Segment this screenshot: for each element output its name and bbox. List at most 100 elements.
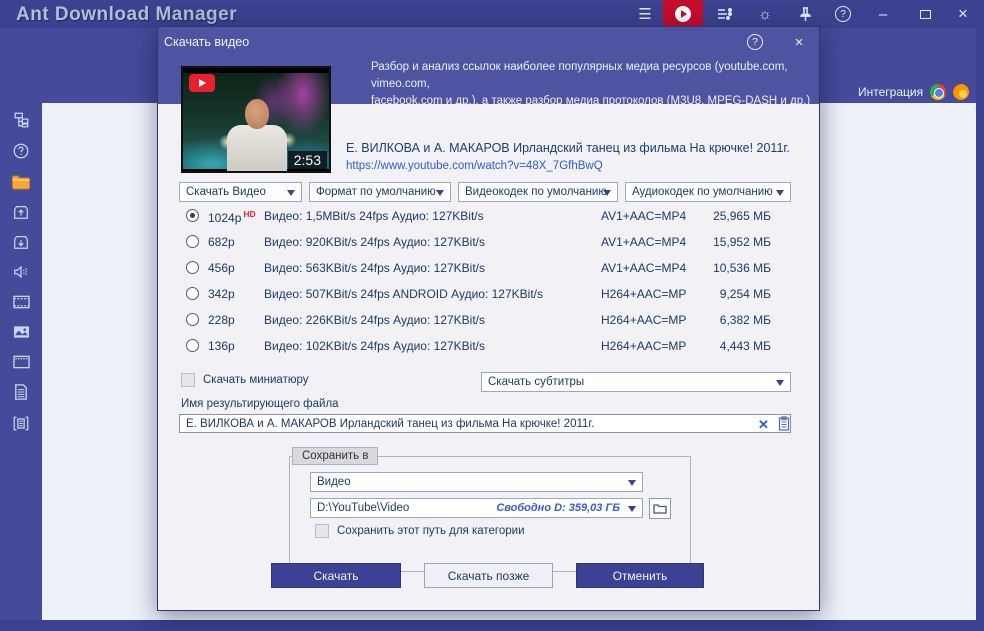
radio-selected[interactable] bbox=[186, 209, 199, 222]
keep-path-label: Сохранить этот путь для категории bbox=[337, 525, 525, 537]
record-play-icon[interactable] bbox=[663, 0, 703, 28]
integration-block: Интеграция bbox=[858, 84, 969, 100]
radio[interactable] bbox=[186, 287, 199, 300]
sidebar-item-categories[interactable] bbox=[0, 107, 42, 133]
free-space-label: Свободно D: 359,03 ГБ bbox=[496, 502, 620, 514]
description-line-1: Разбор и анализ ссылок наиболее популярн… bbox=[371, 59, 816, 93]
chevron-down-icon bbox=[436, 190, 444, 196]
video-thumbnail: 2:53 bbox=[181, 66, 331, 173]
filename-label: Имя результирующего файла bbox=[181, 398, 339, 410]
resolution-label: 228p bbox=[208, 313, 235, 327]
sidebar-item-folder[interactable] bbox=[0, 169, 42, 195]
folder-open-icon bbox=[653, 503, 667, 514]
format-row[interactable]: 342p Видео: 507KBit/s 24fps ANDROID Ауди… bbox=[179, 281, 791, 307]
sidebar-item-image[interactable] bbox=[0, 319, 42, 345]
integration-label: Интеграция bbox=[858, 85, 923, 99]
thumbnail-checkbox[interactable] bbox=[181, 373, 195, 387]
pin-icon[interactable] bbox=[787, 0, 823, 28]
speaker-icon bbox=[12, 263, 30, 281]
window-right-border bbox=[976, 0, 984, 631]
sidebar-item-audio[interactable] bbox=[0, 259, 42, 285]
sidebar-item-document[interactable] bbox=[0, 379, 42, 405]
size-label: 10,536 МБ bbox=[713, 261, 771, 275]
category-tree-icon bbox=[12, 111, 30, 129]
save-path-combo[interactable]: D:\YouTube\Video Свободно D: 359,03 ГБ bbox=[310, 498, 643, 518]
sidebar-item-import[interactable] bbox=[0, 229, 42, 255]
format-row[interactable]: 682p Видео: 920KBit/s 24fps Аудио: 127KB… bbox=[179, 229, 791, 255]
sidebar-item-video[interactable] bbox=[0, 289, 42, 315]
action-combo[interactable]: Скачать Видео bbox=[179, 182, 302, 202]
browse-folder-button[interactable] bbox=[649, 498, 671, 519]
firefox-icon[interactable] bbox=[953, 84, 969, 100]
download-video-dialog: Скачать видео ? × Разбор и анализ ссылок… bbox=[157, 26, 820, 611]
radio[interactable] bbox=[186, 339, 199, 352]
play-icon bbox=[675, 6, 691, 22]
download-button[interactable]: Скачать bbox=[271, 563, 401, 588]
format-row[interactable]: 228p Видео: 226KBit/s 24fps Аудио: 127KB… bbox=[179, 307, 791, 333]
folder-icon bbox=[11, 173, 31, 191]
radio[interactable] bbox=[186, 261, 199, 274]
filename-input[interactable] bbox=[179, 414, 791, 433]
radio[interactable] bbox=[186, 313, 199, 326]
thumbnail-checkbox-row: Скачать миниатюру bbox=[181, 373, 308, 387]
download-list-icon[interactable] bbox=[707, 0, 743, 28]
image-icon bbox=[12, 324, 31, 340]
size-label: 15,952 МБ bbox=[713, 235, 771, 249]
bitrate-details: Видео: 563KBit/s 24fps Аудио: 127KBit/s bbox=[264, 261, 485, 275]
hd-badge: HD bbox=[243, 209, 255, 219]
video-codec-combo[interactable]: Видеокодек по умолчанию bbox=[458, 182, 618, 202]
format-combo[interactable]: Формат по умолчанию bbox=[309, 182, 451, 202]
dialog-help-icon[interactable]: ? bbox=[747, 34, 763, 50]
maximize-icon[interactable] bbox=[907, 0, 943, 28]
format-row[interactable]: 136p Видео: 102KBit/s 24fps Аудио: 127KB… bbox=[179, 333, 791, 359]
resolution-label: 682p bbox=[208, 235, 235, 249]
bitrate-details: Видео: 507KBit/s 24fps ANDROID Аудио: 12… bbox=[264, 287, 543, 301]
window-icon bbox=[12, 354, 31, 370]
chevron-down-icon bbox=[776, 380, 784, 386]
dialog-close-icon[interactable]: × bbox=[791, 34, 807, 50]
bitrate-details: Видео: 920KBit/s 24fps Аудио: 127KBit/s bbox=[264, 235, 485, 249]
question-icon bbox=[12, 142, 30, 160]
clear-filename-icon[interactable]: ✕ bbox=[758, 417, 769, 433]
subtitles-combo[interactable]: Скачать субтитры bbox=[481, 372, 791, 392]
download-later-button[interactable]: Скачать позже bbox=[424, 563, 553, 588]
video-title: Е. ВИЛКОВА и А. МАКАРОВ Ирландский танец… bbox=[346, 141, 806, 155]
chrome-icon[interactable] bbox=[930, 84, 946, 100]
box-arrow-up-icon bbox=[12, 203, 30, 221]
codec-label: H264+AAC=MP bbox=[601, 287, 686, 301]
chevron-down-icon bbox=[628, 480, 636, 486]
format-row[interactable]: 1024pHD Видео: 1,5MBit/s 24fps Аудио: 12… bbox=[179, 203, 791, 229]
bitrate-details: Видео: 226KBit/s 24fps Аудио: 127KBit/s bbox=[264, 313, 485, 327]
chevron-down-icon bbox=[603, 190, 611, 196]
radio[interactable] bbox=[186, 235, 199, 248]
theme-sun-icon[interactable]: ☼ bbox=[747, 0, 783, 28]
resolution-label: 342p bbox=[208, 287, 235, 301]
save-to-label: Сохранить в bbox=[292, 447, 378, 465]
codec-label: AV1+AAC=MP4 bbox=[601, 235, 686, 249]
minimize-icon[interactable]: – bbox=[865, 0, 901, 28]
keep-path-row: Сохранить этот путь для категории bbox=[315, 524, 525, 538]
category-combo[interactable]: Видео bbox=[310, 472, 643, 492]
keep-path-checkbox[interactable] bbox=[315, 524, 329, 538]
film-icon bbox=[12, 294, 31, 310]
bitrate-details: Видео: 102KBit/s 24fps Аудио: 127KBit/s bbox=[264, 339, 485, 353]
app-help-icon[interactable]: ? bbox=[825, 0, 861, 28]
codec-label: AV1+AAC=MP4 bbox=[601, 261, 686, 275]
video-url-link[interactable]: https://www.youtube.com/watch?v=48X_7Gfh… bbox=[346, 160, 603, 172]
cancel-button[interactable]: Отменить bbox=[576, 563, 704, 588]
format-row[interactable]: 456p Видео: 563KBit/s 24fps Аудио: 127KB… bbox=[179, 255, 791, 281]
sidebar-item-unknown[interactable] bbox=[0, 138, 42, 164]
audio-codec-combo[interactable]: Аудиокодек по умолчанию bbox=[625, 182, 791, 202]
close-icon[interactable]: × bbox=[945, 0, 981, 28]
sidebar-item-export[interactable] bbox=[0, 199, 42, 225]
document-icon bbox=[13, 383, 29, 401]
paste-icon[interactable] bbox=[778, 416, 790, 436]
codec-label: H264+AAC=MP bbox=[601, 339, 686, 353]
sidebar-item-archive[interactable] bbox=[0, 410, 42, 436]
codec-label: AV1+AAC=MP4 bbox=[601, 209, 686, 223]
sidebar-item-program[interactable] bbox=[0, 349, 42, 375]
menu-icon[interactable]: ☰ bbox=[627, 0, 663, 28]
dialog-title: Скачать видео bbox=[164, 35, 249, 49]
status-bar bbox=[0, 620, 984, 631]
video-duration-badge: 2:53 bbox=[288, 151, 327, 169]
